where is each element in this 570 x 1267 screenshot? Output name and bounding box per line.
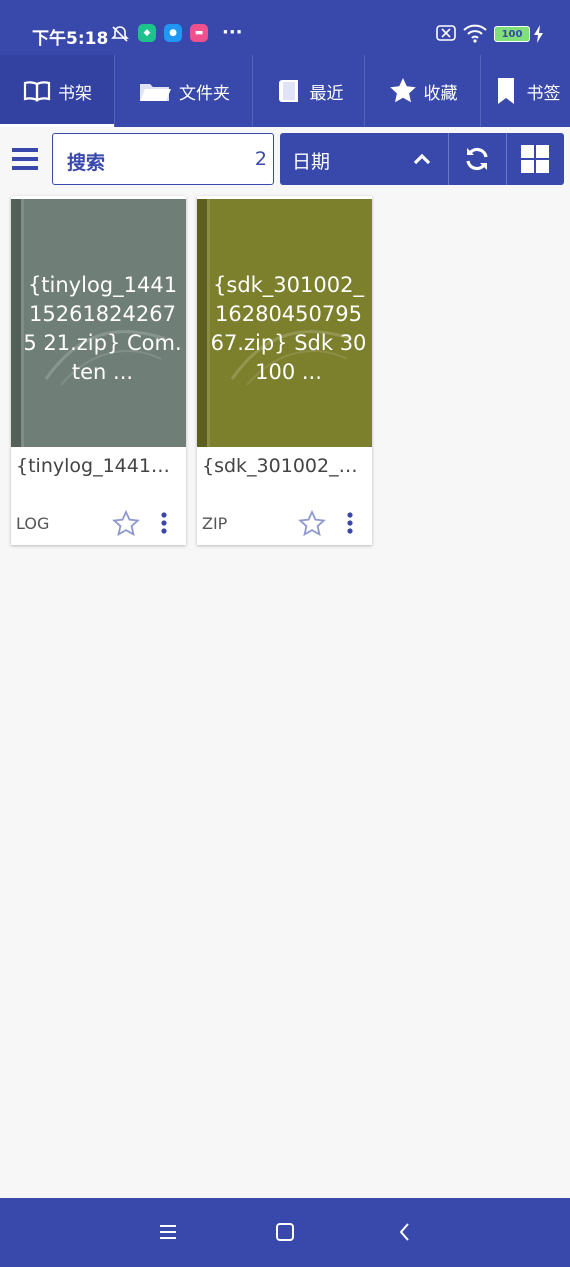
toolbar: 搜索 2 日期 xyxy=(0,127,570,193)
app-notification-icon: ◆ xyxy=(138,24,156,42)
book-count: 2 xyxy=(254,148,267,170)
menu-icon[interactable] xyxy=(10,146,42,174)
home-nav-icon[interactable] xyxy=(274,1220,296,1248)
tab-bookshelf[interactable]: 书架 xyxy=(0,55,115,127)
refresh-icon[interactable] xyxy=(462,144,492,178)
battery-icon: 100 xyxy=(494,26,530,42)
bookmark-icon xyxy=(497,78,514,104)
more-options-icon[interactable] xyxy=(159,512,169,538)
status-time: 下午5:18 xyxy=(32,29,109,49)
book-title: {tinylog_14411526182426752 1.zip} Com.te… xyxy=(16,455,181,477)
divider xyxy=(448,133,449,185)
wifi-icon xyxy=(462,22,488,44)
favorite-star-icon[interactable] xyxy=(111,509,141,543)
book-open-icon xyxy=(23,81,51,102)
sim-off-icon xyxy=(436,24,456,42)
book-spine xyxy=(11,199,21,447)
book-cover[interactable]: {sdk_301002_1628045079567.zip} Sdk 30100… xyxy=(197,199,372,447)
tab-folder[interactable]: 文件夹 xyxy=(115,55,253,127)
tab-favorites[interactable]: 收藏 xyxy=(365,55,481,127)
book-card[interactable]: {sdk_301002_1628045079567.zip} Sdk 30100… xyxy=(197,196,372,545)
sort-bar: 日期 xyxy=(280,133,564,185)
tab-label: 书架 xyxy=(58,83,92,104)
divider xyxy=(506,133,507,185)
sort-direction-icon[interactable] xyxy=(412,149,432,173)
search-placeholder: 搜索 xyxy=(67,152,106,174)
book-cover-text: {tinylog_1441152618242675 21.zip} Com.te… xyxy=(23,273,182,384)
tab-label: 最近 xyxy=(309,83,344,104)
book-card[interactable]: {tinylog_1441152618242675 21.zip} Com.te… xyxy=(11,196,186,545)
grid-view-icon[interactable] xyxy=(520,144,550,178)
favorite-star-icon[interactable] xyxy=(297,509,327,543)
book-title: {sdk_301002_1628045079567.zip} Sdk 30100 xyxy=(202,455,367,477)
sort-dropdown[interactable]: 日期 xyxy=(292,147,330,174)
menu-nav-icon[interactable] xyxy=(158,1220,178,1248)
back-nav-icon[interactable] xyxy=(396,1220,414,1248)
status-bar: 下午5:18 ◆ ● ▬ ··· 100 xyxy=(0,0,570,55)
tab-label: 文件夹 xyxy=(179,83,230,104)
tab-bar: 书架 文件夹 最近 收藏 书签 xyxy=(0,55,570,127)
search-input[interactable]: 搜索 2 xyxy=(52,133,274,185)
star-icon xyxy=(389,78,416,103)
system-nav-bar xyxy=(0,1198,570,1267)
video-app-icon: ▬ xyxy=(190,24,208,42)
chat-app-icon: ● xyxy=(164,24,182,42)
more-notifications-icon: ··· xyxy=(222,22,243,43)
book-format: ZIP xyxy=(202,514,228,533)
book-cover[interactable]: {tinylog_1441152618242675 21.zip} Com.te… xyxy=(11,199,186,447)
tab-bookmarks[interactable]: 书签 xyxy=(481,55,570,127)
folder-icon xyxy=(140,84,171,101)
more-options-icon[interactable] xyxy=(345,512,355,538)
book-cover-text: {sdk_301002_1628045079567.zip} Sdk 30100… xyxy=(210,273,367,384)
recent-book-icon xyxy=(278,80,298,102)
tab-label: 收藏 xyxy=(423,83,458,104)
book-format: LOG xyxy=(16,514,50,533)
tab-label: 书签 xyxy=(526,83,561,104)
charging-icon xyxy=(533,24,545,44)
tab-recent[interactable]: 最近 xyxy=(253,55,365,127)
alarm-off-icon xyxy=(110,24,130,44)
book-spine xyxy=(197,199,207,447)
